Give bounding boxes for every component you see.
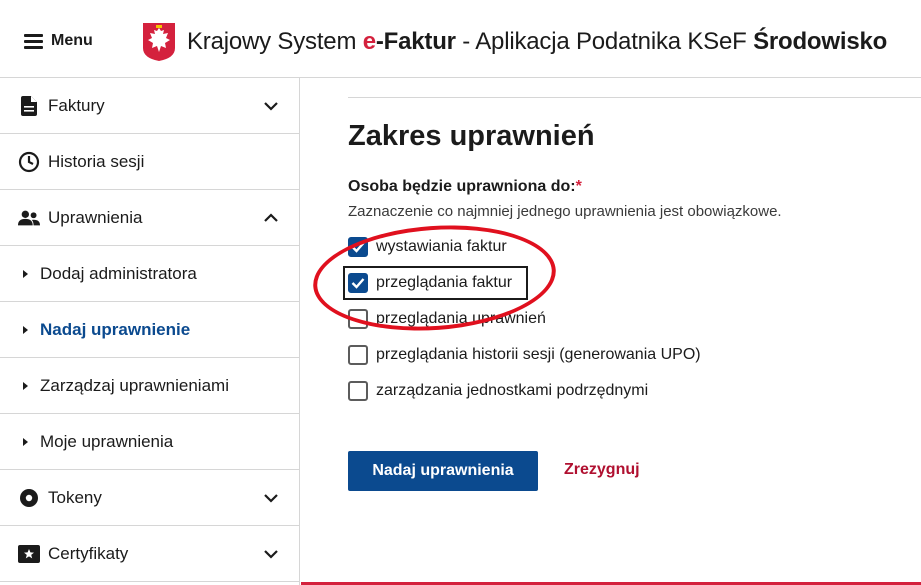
checkbox-label: przeglądania faktur bbox=[376, 274, 513, 291]
certificate-icon bbox=[18, 543, 40, 565]
sidebar-item-label: Moje uprawnienia bbox=[40, 431, 174, 451]
chevron-down-icon bbox=[264, 549, 278, 559]
polish-eagle-emblem-icon bbox=[143, 23, 175, 61]
sidebar-item-label: Tokeny bbox=[48, 487, 102, 507]
field-label-text: Osoba będzie uprawniona do: bbox=[348, 178, 576, 195]
chevron-up-icon bbox=[264, 212, 278, 222]
sidebar-item-label: Faktury bbox=[48, 95, 105, 115]
checkbox-przegladania-historii-sesji[interactable]: przeglądania historii sesji (generowania… bbox=[348, 344, 701, 366]
field-label: Osoba będzie uprawniona do:* bbox=[348, 178, 582, 196]
cancel-link[interactable]: Zrezygnuj bbox=[564, 461, 640, 479]
sidebar-item-uprawnienia[interactable]: Uprawnienia bbox=[0, 190, 300, 246]
checkbox-box[interactable] bbox=[348, 237, 368, 257]
sidebar-item-label: Dodaj administratora bbox=[40, 263, 197, 283]
sidebar-subitem-nadaj-uprawnienie[interactable]: Nadaj uprawnienie bbox=[0, 302, 300, 358]
checkbox-zarzadzania-jednostkami[interactable]: zarządzania jednostkami podrzędnymi bbox=[348, 380, 648, 402]
field-hint: Zaznaczenie co najmniej jednego uprawnie… bbox=[348, 203, 782, 220]
sidebar-subitem-dodaj-administratora[interactable]: Dodaj administratora bbox=[0, 246, 300, 302]
checkbox-przegladania-uprawnien[interactable]: przeglądania uprawnień bbox=[348, 308, 546, 330]
checkbox-przegladania-faktur[interactable]: przeglądania faktur bbox=[348, 272, 512, 294]
sidebar-item-label: Zarządzaj uprawnieniami bbox=[40, 375, 229, 395]
checkbox-box[interactable] bbox=[348, 381, 368, 401]
token-icon bbox=[18, 487, 40, 509]
main-content: Zakres uprawnień Osoba będzie uprawniona… bbox=[301, 78, 921, 585]
menu-button[interactable]: Menu bbox=[24, 28, 93, 54]
checkbox-box[interactable] bbox=[348, 273, 368, 293]
sidebar-item-faktury[interactable]: Faktury bbox=[0, 78, 300, 134]
title-middle: - Aplikacja Podatnika KSeF bbox=[455, 28, 754, 55]
sidebar-nav: Faktury Historia sesji Uprawnienia Dodaj… bbox=[0, 78, 300, 585]
grant-permissions-button[interactable]: Nadaj uprawnienia bbox=[348, 451, 538, 491]
bullet-arrow-icon bbox=[23, 325, 28, 334]
required-mark: * bbox=[575, 178, 582, 195]
hamburger-icon bbox=[24, 34, 43, 49]
title-faktur: -Faktur bbox=[375, 28, 456, 55]
chevron-down-icon bbox=[264, 493, 278, 503]
bullet-arrow-icon bbox=[23, 269, 28, 278]
sidebar-item-label: Uprawnienia bbox=[48, 207, 143, 227]
users-icon bbox=[18, 207, 40, 229]
checkmark-icon bbox=[351, 278, 365, 289]
chevron-down-icon bbox=[264, 101, 278, 111]
sidebar-item-label: Historia sesji bbox=[48, 151, 145, 171]
sidebar-item-label: Certyfikaty bbox=[48, 543, 129, 563]
sidebar-item-label: Nadaj uprawnienie bbox=[40, 319, 191, 339]
bullet-arrow-icon bbox=[23, 437, 28, 446]
sidebar-item-certyfikaty[interactable]: Certyfikaty bbox=[0, 526, 300, 582]
sidebar-item-tokeny[interactable]: Tokeny bbox=[0, 470, 300, 526]
title-environment: Środowisko bbox=[753, 28, 888, 55]
bullet-arrow-icon bbox=[23, 381, 28, 390]
clock-icon bbox=[18, 151, 40, 173]
checkmark-icon bbox=[351, 242, 365, 253]
checkbox-box[interactable] bbox=[348, 309, 368, 329]
sidebar-subitem-moje-uprawnienia[interactable]: Moje uprawnienia bbox=[0, 414, 300, 470]
document-icon bbox=[18, 95, 40, 117]
checkbox-label: wystawiania faktur bbox=[376, 238, 507, 255]
sidebar-subitem-zarzadzaj-uprawnieniami[interactable]: Zarządzaj uprawnieniami bbox=[0, 358, 300, 414]
checkbox-wystawiania-faktur[interactable]: wystawiania faktur bbox=[348, 236, 507, 258]
checkbox-label: przeglądania uprawnień bbox=[376, 310, 546, 327]
checkbox-box[interactable] bbox=[348, 345, 368, 365]
title-e-letter: e bbox=[362, 28, 376, 55]
app-title: Krajowy System e-Faktur - Aplikacja Poda… bbox=[187, 28, 887, 56]
title-prefix: Krajowy System bbox=[187, 28, 363, 55]
app-header: Menu Krajowy System e-Faktur - Aplikacja… bbox=[0, 0, 921, 78]
section-title: Zakres uprawnień bbox=[348, 120, 595, 152]
menu-label: Menu bbox=[51, 32, 93, 49]
checkbox-label: przeglądania historii sesji (generowania… bbox=[376, 346, 701, 363]
sidebar-item-historia-sesji[interactable]: Historia sesji bbox=[0, 134, 300, 190]
checkbox-label: zarządzania jednostkami podrzędnymi bbox=[376, 382, 649, 399]
divider bbox=[348, 97, 921, 98]
